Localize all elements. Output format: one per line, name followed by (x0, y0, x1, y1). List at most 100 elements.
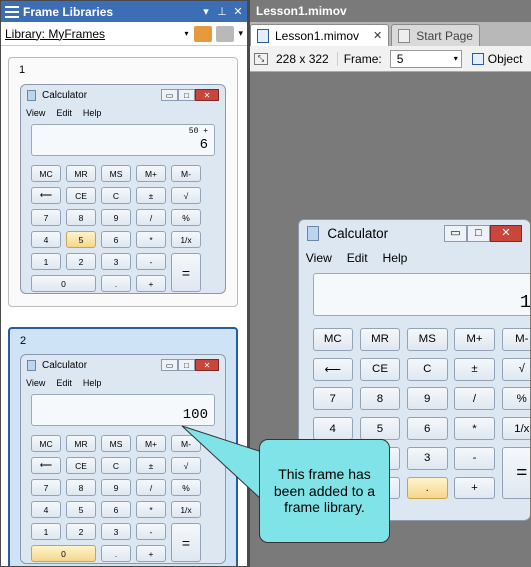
key-n8[interactable]: 8 (66, 209, 96, 226)
key-eq[interactable]: = (171, 523, 201, 562)
chevron-down-icon[interactable]: ▾ (199, 5, 213, 18)
delete-frame-icon[interactable] (216, 25, 235, 42)
menu-item-view[interactable]: View (26, 378, 45, 388)
library-dropdown-icon[interactable]: ▾ (184, 29, 188, 38)
library-selector[interactable]: Library: MyFrames (5, 27, 184, 41)
key-minus[interactable]: - (454, 446, 495, 470)
key-pm[interactable]: ± (136, 187, 166, 204)
key-n3[interactable]: 3 (407, 446, 448, 470)
key-mc[interactable]: MC (31, 165, 61, 182)
key-c[interactable]: C (407, 357, 448, 381)
key-mc[interactable]: MC (31, 435, 61, 452)
key-n6[interactable]: 6 (101, 231, 131, 248)
menu-item-edit[interactable]: Edit (56, 108, 72, 118)
key-n1[interactable]: 1 (31, 523, 61, 540)
add-frame-icon[interactable] (194, 25, 213, 42)
key-mminus[interactable]: M- (501, 328, 531, 351)
maximize-icon[interactable]: □ (466, 225, 490, 242)
key-c[interactable]: C (101, 457, 131, 474)
menu-item-help[interactable]: Help (382, 251, 407, 265)
key-mr[interactable]: MR (359, 328, 401, 351)
key-n5[interactable]: 5 (66, 231, 96, 248)
key-mplus[interactable]: M+ (454, 328, 495, 351)
close-icon[interactable]: ✕ (231, 5, 245, 18)
key-inv[interactable]: 1/x (171, 231, 201, 248)
calculator-window[interactable]: Calculator ▭ □ ✕ View Edit Help 50 +6 MC MR MS M+ M-… (20, 84, 226, 294)
key-n4[interactable]: 4 (31, 231, 61, 248)
key-n9[interactable]: 9 (101, 479, 131, 496)
key-inv[interactable]: 1/x (501, 417, 531, 441)
key-plus[interactable]: + (136, 275, 166, 292)
key-n7[interactable]: 7 (31, 479, 61, 496)
toolbar-overflow-icon[interactable]: ▾ (238, 28, 243, 39)
key-n1[interactable]: 1 (31, 253, 61, 270)
key-mul[interactable]: * (136, 501, 166, 518)
key-n5[interactable]: 5 (359, 417, 401, 441)
key-pct[interactable]: % (171, 479, 201, 496)
key-n3[interactable]: 3 (101, 253, 131, 270)
key-back[interactable]: ⟵ (31, 187, 61, 204)
key-n5[interactable]: 5 (66, 501, 96, 518)
key-n4[interactable]: 4 (312, 417, 353, 441)
key-n9[interactable]: 9 (407, 387, 448, 411)
key-n0[interactable]: 0 (31, 545, 96, 562)
close-icon[interactable]: ✕ (373, 29, 382, 42)
calculator-window[interactable]: Calculator ▭□✕ View Edit Help 100 MC MR MS M+ M- ⟵ C… (20, 354, 226, 564)
key-ms[interactable]: MS (407, 328, 448, 351)
key-n4[interactable]: 4 (31, 501, 61, 518)
key-mminus[interactable]: M- (171, 165, 201, 182)
maximize-icon[interactable]: □ (178, 359, 195, 371)
key-n7[interactable]: 7 (31, 209, 61, 226)
tab-lesson1[interactable]: Lesson1.mimov ✕ (250, 24, 390, 46)
maximize-icon[interactable]: □ (178, 89, 195, 101)
key-dot[interactable]: . (407, 476, 448, 500)
tab-start-page[interactable]: Start Page (391, 24, 480, 46)
minimize-icon[interactable]: ▭ (443, 225, 467, 242)
key-mplus[interactable]: M+ (136, 165, 166, 182)
menu-item-help[interactable]: Help (83, 108, 102, 118)
key-mul[interactable]: * (454, 417, 495, 441)
key-mr[interactable]: MR (66, 435, 96, 452)
key-back[interactable]: ⟵ (31, 457, 61, 474)
key-sqrt[interactable]: √ (171, 457, 201, 474)
key-ms[interactable]: MS (101, 435, 131, 452)
menu-item-view[interactable]: View (306, 251, 332, 265)
key-n7[interactable]: 7 (312, 387, 353, 411)
menu-item-help[interactable]: Help (83, 378, 102, 388)
key-plus[interactable]: + (454, 476, 495, 500)
key-mc[interactable]: MC (312, 328, 353, 351)
key-pm[interactable]: ± (136, 457, 166, 474)
menu-item-view[interactable]: View (26, 108, 45, 118)
key-n9[interactable]: 9 (101, 209, 131, 226)
frame-card-2[interactable]: 2 Calculator ▭ □ ✕ View Edit Help 100 MC MR MS M+ M-… (8, 327, 238, 566)
key-div[interactable]: / (136, 209, 166, 226)
key-back[interactable]: ⟵ (312, 357, 353, 381)
key-n0[interactable]: 0 (31, 275, 96, 292)
key-c[interactable]: C (101, 187, 131, 204)
objects-button[interactable]: Object (468, 52, 522, 66)
key-dot[interactable]: . (101, 545, 131, 562)
key-minus[interactable]: - (136, 253, 166, 270)
chevron-down-icon[interactable]: ▾ (454, 51, 458, 67)
key-sqrt[interactable]: √ (501, 357, 531, 381)
key-ce[interactable]: CE (359, 357, 401, 381)
close-icon[interactable]: ✕ (195, 359, 219, 371)
menu-item-edit[interactable]: Edit (56, 378, 72, 388)
key-ce[interactable]: CE (66, 457, 96, 474)
key-n2[interactable]: 2 (66, 523, 96, 540)
pane-menu-icon[interactable] (5, 5, 19, 18)
key-mul[interactable]: * (136, 231, 166, 248)
key-mr[interactable]: MR (66, 165, 96, 182)
key-plus[interactable]: + (136, 545, 166, 562)
key-n8[interactable]: 8 (359, 387, 401, 411)
close-icon[interactable]: ✕ (489, 225, 523, 242)
key-n6[interactable]: 6 (407, 417, 448, 441)
key-div[interactable]: / (454, 387, 495, 411)
key-div[interactable]: / (136, 479, 166, 496)
close-icon[interactable]: ✕ (195, 89, 219, 101)
key-pct[interactable]: % (501, 387, 531, 411)
key-pct[interactable]: % (171, 209, 201, 226)
key-mminus[interactable]: M- (171, 435, 201, 452)
minimize-icon[interactable]: ▭ (161, 359, 178, 371)
key-n6[interactable]: 6 (101, 501, 131, 518)
